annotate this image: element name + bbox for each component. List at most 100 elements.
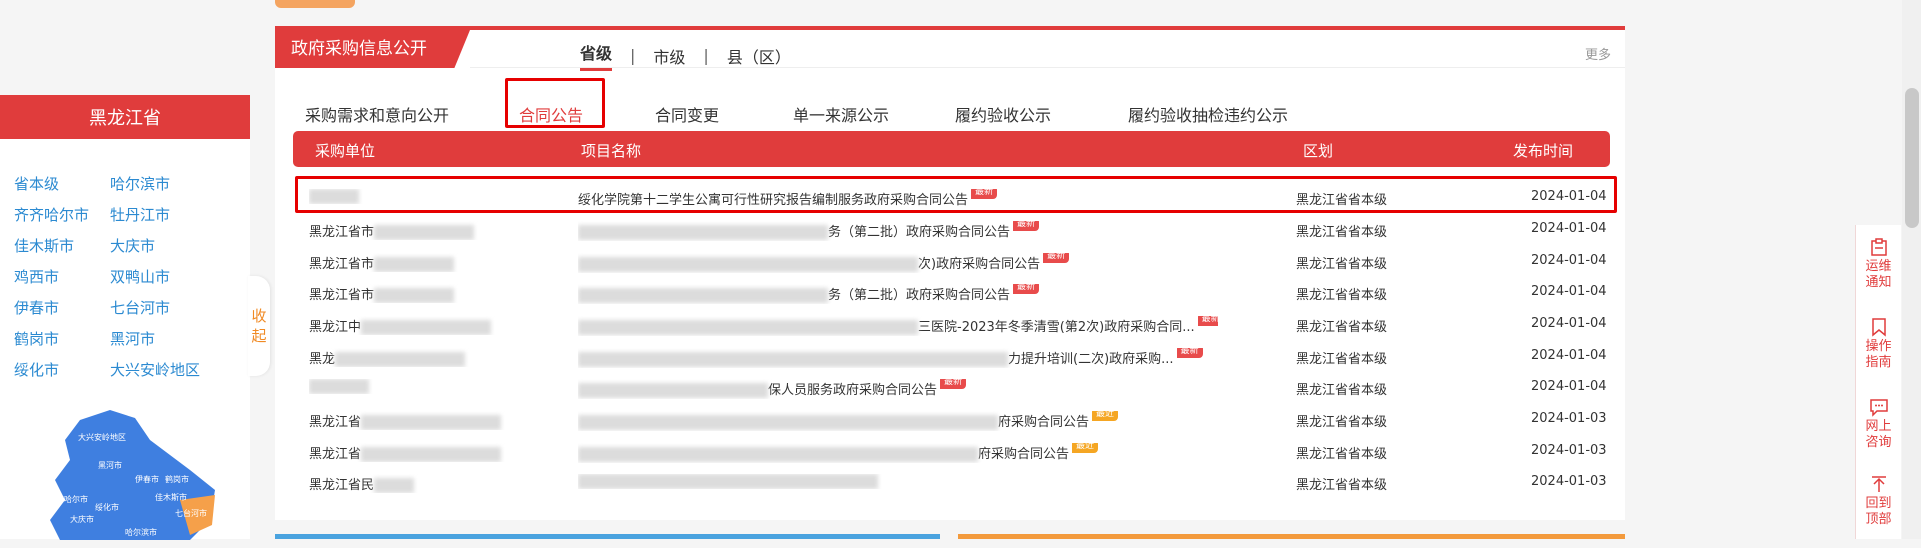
tab-procurement-intent[interactable]: 采购需求和意向公开 [305, 102, 449, 126]
city-link[interactable]: 七台河市 [110, 299, 240, 318]
new-badge: 最新 [1043, 253, 1070, 263]
map-label: 黑河市 [98, 460, 122, 470]
chat-icon [1869, 399, 1888, 417]
table-row[interactable]: 黑龙江省 府采购合同公告最近 黑龙江省省本级 2024-01-03 [293, 404, 1610, 435]
row-region: 黑龙江省省本级 [1296, 225, 1388, 240]
city-link[interactable]: 大庆市 [110, 237, 240, 256]
ops-notice-button[interactable]: 运维 通知 [1856, 233, 1901, 311]
row-title[interactable]: 保人员服务政府采购合同公告最新 [578, 379, 1218, 399]
procurement-panel: 政府采购信息公开 省级 | 市级 | 县（区） 更多 采购需求和意向公开 合同公… [275, 26, 1625, 520]
table-row[interactable]: 黑龙江省市 次)政府采购合同公告最新 黑龙江省省本级 2024-01-04 [293, 246, 1610, 277]
row-unit [309, 379, 509, 394]
row-date: 2024-01-04 [1531, 316, 1607, 331]
tab-acceptance[interactable]: 履约验收公示 [955, 102, 1051, 126]
tool-label: 顶部 [1865, 512, 1892, 527]
row-region: 黑龙江省省本级 [1296, 257, 1388, 272]
row-title[interactable] [578, 474, 1218, 489]
more-link[interactable]: 更多 [1585, 44, 1611, 63]
table-row[interactable]: 保人员服务政府采购合同公告最新 黑龙江省省本级 2024-01-04 [293, 372, 1610, 403]
category-highlight-box [505, 78, 605, 128]
tool-label: 指南 [1865, 355, 1892, 370]
section-title: 政府采购信息公开 [275, 30, 470, 68]
row-unit: 黑龙江省市 [309, 221, 509, 240]
city-link[interactable]: 伊春市 [14, 299, 110, 318]
tool-label: 通知 [1865, 275, 1892, 290]
row-title[interactable]: 次)政府采购合同公告最新 [578, 253, 1218, 273]
scrollbar-thumb[interactable] [1905, 88, 1919, 228]
row-date: 2024-01-04 [1531, 253, 1607, 268]
table-row[interactable]: 黑龙江省 府采购合同公告最近 黑龙江省省本级 2024-01-03 [293, 436, 1610, 467]
province-panel: 黑龙江省 省本级 哈尔滨市 齐齐哈尔市 牡丹江市 佳木斯市 大庆市 鸡西市 双鸭… [0, 95, 250, 540]
row-title[interactable]: 务（第二批）政府采购合同公告最新 [578, 221, 1218, 241]
tool-label: 回到 [1865, 496, 1892, 511]
column-header: 发布时间 [1513, 142, 1574, 160]
row-region: 黑龙江省省本级 [1296, 352, 1388, 367]
city-link[interactable]: 鹤岗市 [14, 330, 110, 349]
tab-county-level[interactable]: 县（区） [727, 44, 791, 68]
row-unit: 黑龙江省民 [309, 474, 509, 493]
new-badge: 最新 [1013, 284, 1040, 294]
city-link[interactable]: 哈尔滨市 [110, 175, 240, 194]
city-link[interactable]: 双鸭山市 [110, 268, 240, 287]
row-region: 黑龙江省省本级 [1296, 478, 1388, 493]
row-date: 2024-01-04 [1531, 348, 1607, 363]
scrollbar-track[interactable] [1902, 0, 1921, 539]
clipboard-icon [1870, 238, 1887, 256]
row-region: 黑龙江省省本级 [1296, 288, 1388, 303]
map-label: 齐齐哈尔市 [48, 494, 88, 504]
row-highlight-box [295, 176, 1617, 213]
column-header: 区划 [1303, 142, 1334, 160]
city-link[interactable]: 牡丹江市 [110, 206, 240, 225]
city-link[interactable]: 绥化市 [14, 361, 110, 380]
tab-separator: | [703, 46, 709, 65]
new-badge: 最新 [940, 379, 967, 389]
province-title: 黑龙江省 [0, 95, 250, 139]
province-map[interactable]: 大兴安岭地区 黑河市 伊春市 鹤岗市 齐齐哈尔市 绥化市 佳木斯市 大庆市 哈尔… [40, 410, 220, 540]
online-consult-button[interactable]: 网上 咨询 [1856, 393, 1901, 471]
tool-label: 运维 [1865, 259, 1892, 274]
tool-label: 咨询 [1865, 435, 1892, 450]
tab-city-level[interactable]: 市级 [653, 44, 685, 68]
row-title[interactable]: 府采购合同公告最近 [578, 443, 1218, 463]
tab-separator: | [630, 46, 636, 65]
tool-label: 网上 [1865, 419, 1892, 434]
table-row[interactable]: 黑龙江省市 务（第二批）政府采购合同公告最新 黑龙江省省本级 2024-01-0… [293, 277, 1610, 308]
row-date: 2024-01-03 [1531, 443, 1607, 458]
map-label: 伊春市 [135, 474, 159, 484]
row-title[interactable]: 力提升培训(二次)政府采购...最新 [578, 348, 1218, 368]
table-row[interactable]: 黑龙江省市 务（第二批）政府采购合同公告最新 黑龙江省省本级 2024-01-0… [293, 214, 1610, 245]
city-link[interactable]: 省本级 [14, 175, 110, 194]
row-title[interactable]: 务（第二批）政府采购合同公告最新 [578, 284, 1218, 304]
row-region: 黑龙江省省本级 [1296, 447, 1388, 462]
city-link[interactable]: 佳木斯市 [14, 237, 110, 256]
table-row[interactable]: 黑龙江中 三医院-2023年冬季清雪(第2次)政府采购合同...最新 黑龙江省省… [293, 309, 1610, 340]
next-section-bar [958, 534, 1625, 539]
top-accent-line [275, 26, 1625, 30]
row-unit: 黑龙江省市 [309, 284, 509, 303]
tab-acceptance-violation[interactable]: 履约验收抽检违约公示 [1128, 102, 1288, 126]
guide-button[interactable]: 操作 指南 [1856, 313, 1901, 391]
collapse-button[interactable]: 收 起 [248, 276, 270, 376]
back-to-top-button[interactable]: 回到 顶部 [1856, 470, 1901, 548]
row-region: 黑龙江省省本级 [1296, 383, 1388, 398]
recent-badge: 最近 [1092, 411, 1119, 421]
next-section-bar [275, 534, 940, 539]
row-unit: 黑龙江中 [309, 316, 509, 335]
city-link[interactable]: 齐齐哈尔市 [14, 206, 110, 225]
row-date: 2024-01-04 [1531, 221, 1607, 236]
column-header: 采购单位 [315, 142, 376, 160]
city-link[interactable]: 大兴安岭地区 [110, 361, 240, 380]
row-unit: 黑龙江省市 [309, 253, 509, 272]
tab-single-source[interactable]: 单一来源公示 [793, 102, 889, 126]
table-row[interactable]: 黑龙江省民 黑龙江省省本级 2024-01-03 [293, 467, 1610, 498]
tab-contract-change[interactable]: 合同变更 [655, 102, 719, 126]
row-region: 黑龙江省省本级 [1296, 320, 1388, 335]
map-label: 大庆市 [70, 514, 94, 524]
row-title[interactable]: 府采购合同公告最近 [578, 411, 1218, 431]
city-link[interactable]: 黑河市 [110, 330, 240, 349]
row-title[interactable]: 三医院-2023年冬季清雪(第2次)政府采购合同...最新 [578, 316, 1218, 336]
tab-province-level[interactable]: 省级 [580, 40, 613, 71]
level-tabs: 省级 | 市级 | 县（区） [580, 40, 791, 71]
table-row[interactable]: 黑龙 力提升培训(二次)政府采购...最新 黑龙江省省本级 2024-01-04 [293, 341, 1610, 372]
city-link[interactable]: 鸡西市 [14, 268, 110, 287]
